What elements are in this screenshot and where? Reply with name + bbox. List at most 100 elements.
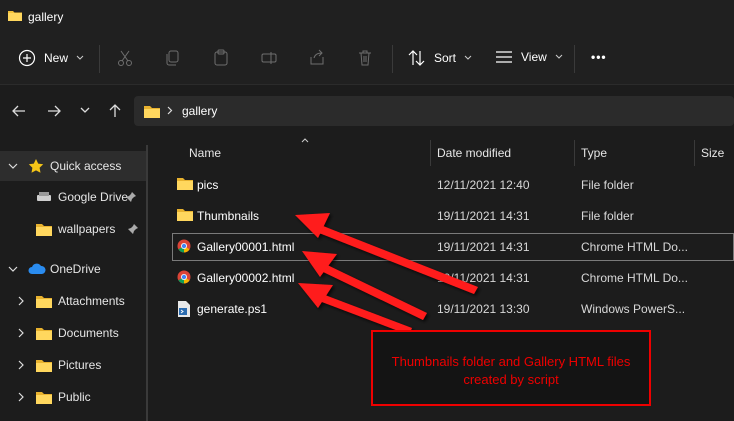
file-name: generate.ps1 (197, 302, 268, 316)
sort-button-label: Sort (434, 51, 457, 65)
divider (392, 45, 393, 73)
new-button[interactable]: New (18, 49, 84, 67)
paste-icon[interactable] (212, 49, 230, 67)
sidebar-item-label: Pictures (58, 358, 102, 372)
title-bar: gallery (0, 0, 734, 34)
sidebar-item-onedrive[interactable]: OneDrive (0, 254, 146, 284)
chevron-right-icon (18, 360, 36, 370)
file-row[interactable]: Thumbnails 19/11/2021 14:31 File folder (172, 202, 734, 230)
file-row[interactable]: Gallery00002.html 19/11/2021 14:31 Chrom… (172, 264, 734, 292)
file-name: pics (197, 178, 219, 192)
sidebar-item-wallpapers[interactable]: wallpapers (0, 214, 146, 244)
file-row[interactable]: Gallery00001.html 19/11/2021 14:31 Chrom… (172, 233, 734, 261)
sidebar-item-label: Attachments (58, 294, 125, 308)
column-divider[interactable] (430, 140, 431, 166)
address-bar[interactable]: gallery (134, 96, 734, 126)
view-button-label: View (521, 50, 547, 64)
sort-button[interactable]: Sort (408, 50, 472, 66)
chevron-down-icon (76, 55, 84, 60)
view-button[interactable]: View (495, 50, 563, 64)
folder-icon (36, 295, 58, 308)
sidebar-item-google-drive[interactable]: Google Drive (0, 182, 146, 212)
sidebar-item-public[interactable]: Public (0, 382, 146, 412)
new-button-label: New (44, 51, 69, 65)
file-type: File folder (581, 178, 634, 192)
file-date: 19/11/2021 14:31 (437, 209, 530, 223)
folder-icon (144, 105, 160, 118)
sidebar-item-label: wallpapers (58, 222, 116, 236)
folder-icon (36, 391, 58, 404)
up-arrow-icon[interactable] (109, 104, 121, 118)
column-header-size[interactable]: Size (701, 146, 724, 160)
folder-icon (8, 9, 22, 21)
cut-icon[interactable] (116, 49, 134, 67)
folder-icon (177, 208, 193, 221)
sidebar-item-label: Documents (58, 326, 119, 340)
sidebar-item-documents[interactable]: Documents (0, 318, 146, 348)
folder-icon (36, 223, 58, 236)
divider (574, 45, 575, 73)
forward-arrow-icon[interactable] (47, 105, 61, 117)
chevron-right-icon (18, 296, 36, 306)
file-name: Gallery00001.html (197, 240, 295, 254)
sidebar-item-label: Public (58, 390, 91, 404)
sidebar-item-label: OneDrive (50, 262, 101, 276)
sidebar-item-attachments[interactable]: Attachments (0, 286, 146, 316)
delete-icon[interactable] (356, 49, 374, 67)
column-header-type[interactable]: Type (581, 146, 607, 160)
column-divider[interactable] (574, 140, 575, 166)
chrome-icon (177, 270, 191, 284)
file-type: Windows PowerS... (581, 302, 686, 316)
breadcrumb-folder[interactable]: gallery (182, 104, 217, 118)
file-name: Gallery00002.html (197, 271, 295, 285)
column-divider[interactable] (694, 140, 695, 166)
sort-ascending-caret-icon (301, 138, 309, 143)
file-row[interactable]: pics 12/11/2021 12:40 File folder (172, 171, 734, 199)
folder-icon (36, 327, 58, 340)
folder-icon (36, 359, 58, 372)
file-type: Chrome HTML Do... (581, 240, 688, 254)
sidebar-item-label: Google Drive (58, 190, 128, 204)
rename-icon[interactable] (260, 49, 278, 67)
share-icon[interactable] (308, 49, 326, 67)
chevron-down-icon (8, 266, 28, 273)
file-name: Thumbnails (197, 209, 260, 223)
more-options-button[interactable]: ••• (591, 50, 607, 64)
sidebar: Quick access Google Drive wallpapers One… (0, 145, 148, 421)
cloud-icon (28, 263, 50, 275)
divider (99, 45, 100, 73)
column-header-date[interactable]: Date modified (437, 146, 511, 160)
sidebar-item-pictures[interactable]: Pictures (0, 350, 146, 380)
sort-icon (408, 50, 425, 66)
annotation-line-2: created by script (463, 372, 559, 387)
recent-locations-chevron-icon[interactable] (80, 107, 90, 114)
back-arrow-icon[interactable] (12, 105, 26, 117)
powershell-script-icon (177, 301, 191, 317)
chevron-down-icon (8, 163, 28, 170)
sidebar-scrollbar[interactable] (146, 145, 148, 421)
chevron-right-icon (18, 392, 36, 402)
chevron-down-icon (464, 55, 472, 60)
pin-icon (128, 224, 138, 234)
column-header-name[interactable]: Name (189, 146, 221, 160)
folder-icon (177, 177, 193, 190)
chrome-icon (177, 239, 191, 253)
pin-icon (126, 192, 136, 202)
copy-icon[interactable] (164, 49, 182, 67)
file-date: 19/11/2021 13:30 (437, 302, 530, 316)
chevron-down-icon (555, 54, 563, 59)
sidebar-item-label: Quick access (50, 159, 122, 173)
window-title: gallery (28, 10, 64, 24)
file-row[interactable]: generate.ps1 19/11/2021 13:30 Windows Po… (172, 295, 734, 323)
command-bar: New Sort View ••• (0, 34, 734, 85)
annotation-callout: Thumbnails folder and Gallery HTML files… (371, 330, 651, 406)
file-date: 19/11/2021 14:31 (437, 240, 530, 254)
file-type: Chrome HTML Do... (581, 271, 688, 285)
sidebar-item-quick-access[interactable]: Quick access (0, 151, 146, 181)
view-lines-icon (496, 51, 512, 63)
drive-icon (36, 192, 58, 202)
chevron-right-icon (18, 328, 36, 338)
annotation-line-1: Thumbnails folder and Gallery HTML files (391, 354, 631, 369)
file-type: File folder (581, 209, 634, 223)
star-icon (28, 158, 50, 174)
